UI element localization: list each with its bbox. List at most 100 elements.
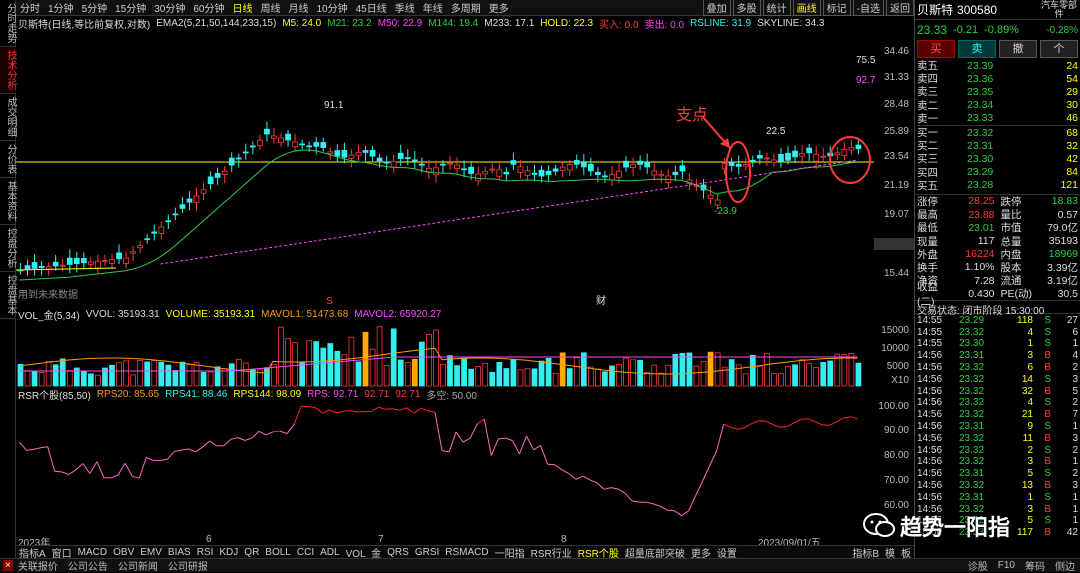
indicator-tab[interactable]: RSMACD	[442, 547, 491, 558]
sector-label[interactable]: 汽车零部件	[1040, 1, 1078, 19]
status-link[interactable]: 关联报价	[13, 558, 63, 573]
left-tab[interactable]: 技术分析	[0, 47, 16, 94]
status-right-button[interactable]: 侧边	[1050, 558, 1080, 573]
future-data-note: 用到未来数据	[18, 288, 78, 301]
period-tab[interactable]: 15分钟	[111, 0, 150, 15]
buy-button[interactable]: 买	[917, 40, 955, 58]
level-price: 23.35	[967, 86, 1027, 98]
indicator-tab[interactable]: OBV	[110, 547, 137, 558]
ask-row[interactable]: 卖五23.3924	[917, 59, 1078, 72]
candle	[398, 153, 403, 158]
indicator-tab[interactable]: MACD	[75, 547, 110, 558]
close-icon[interactable]: ×	[3, 560, 13, 571]
candle	[257, 140, 262, 146]
toolbar-button[interactable]: 叠加	[703, 0, 731, 16]
toolbar-button[interactable]: 统计	[763, 0, 791, 16]
indicator-tab[interactable]: QRS	[384, 547, 412, 558]
sell-button[interactable]: 卖	[958, 40, 996, 58]
candle	[166, 221, 171, 222]
rsr-line	[400, 408, 407, 410]
candle	[236, 158, 241, 159]
level-label: 买五	[917, 178, 967, 193]
status-right-button[interactable]: F10	[993, 560, 1020, 571]
indicator-tab[interactable]: BIAS	[165, 547, 194, 558]
ask-row[interactable]: 卖二23.3430	[917, 99, 1078, 112]
left-tab[interactable]: 控盘基本	[0, 272, 16, 319]
cancel-button[interactable]: 撤	[999, 40, 1037, 58]
status-link[interactable]: 公司研报	[163, 558, 213, 573]
rsr-line	[90, 462, 97, 474]
period-tab[interactable]: 月线	[285, 0, 313, 15]
quote-value: 0.57	[1035, 209, 1078, 221]
ask-row[interactable]: 卖四23.3654	[917, 72, 1078, 85]
indicator-value: RSR个股(85,50)	[18, 387, 91, 402]
bid-row[interactable]: 买四23.2984	[917, 166, 1078, 179]
indicator-value: SKYLINE: 34.3	[757, 18, 824, 29]
status-link[interactable]: 公司新闻	[113, 558, 163, 573]
candle	[610, 175, 615, 180]
indicator-tab[interactable]: KDJ	[216, 547, 241, 558]
rsr-line	[203, 441, 210, 447]
quote-value: 117	[952, 235, 995, 247]
toolbar-button[interactable]: -自选	[853, 0, 884, 16]
ask-row[interactable]: 卖一23.3346	[917, 112, 1078, 125]
left-tab[interactable]: 分价表	[0, 141, 16, 178]
indicator-tab[interactable]: QR	[241, 547, 262, 558]
left-tab[interactable]: 控盘分析	[0, 225, 16, 272]
toolbar-button[interactable]: 画线	[793, 0, 821, 16]
toolbar-button[interactable]: 返回	[886, 0, 914, 16]
period-tab[interactable]: 1分钟	[44, 0, 78, 15]
toolbar-button[interactable]: 标记	[823, 0, 851, 16]
candle	[750, 160, 755, 161]
left-tab[interactable]: 成交明细	[0, 94, 16, 141]
bid-row[interactable]: 买一23.3268	[917, 126, 1078, 139]
period-tab[interactable]: 日线	[229, 0, 257, 15]
indicator-tab[interactable]: GRSI	[412, 547, 442, 558]
bid-row[interactable]: 买三23.3042	[917, 152, 1078, 165]
bid-row[interactable]: 买二23.3132	[917, 139, 1078, 152]
status-link[interactable]: 公司公告	[63, 558, 113, 573]
ask-row[interactable]: 卖三23.3529	[917, 85, 1078, 98]
period-tab[interactable]: 5分钟	[78, 0, 112, 15]
period-tab[interactable]: 30分钟	[150, 0, 189, 15]
tick-price: 23.32	[959, 362, 1001, 373]
tick-row: 14:5623.3214S3	[917, 373, 1078, 385]
bid-row[interactable]: 买五23.28121	[917, 179, 1078, 192]
volume-bar	[81, 371, 86, 386]
period-tab[interactable]: 10分钟	[313, 0, 352, 15]
period-tab[interactable]: 分时	[16, 0, 44, 15]
level-price: 23.31	[967, 140, 1027, 152]
period-tab[interactable]: 季线	[391, 0, 419, 15]
indicator-tab[interactable]: ADL	[317, 547, 342, 558]
rsr-line	[696, 481, 703, 496]
period-tab[interactable]: 年线	[419, 0, 447, 15]
level-volume: 84	[1027, 166, 1078, 178]
status-right-button[interactable]: 筹码	[1020, 558, 1050, 573]
period-tab[interactable]: 多周期	[447, 0, 485, 15]
candle	[46, 267, 51, 269]
chip-button[interactable]: 个	[1040, 40, 1078, 58]
volume-chart[interactable]: 15000100005000X10	[16, 321, 914, 388]
indicator-tab[interactable]: CCI	[294, 547, 317, 558]
left-tab[interactable]: 基本资料	[0, 178, 16, 225]
left-tab[interactable]: 分时走势	[0, 0, 16, 47]
indicator-tab[interactable]: EMV	[137, 547, 165, 558]
period-tab[interactable]: 更多	[485, 0, 513, 15]
candlestick-chart[interactable]: 34.4631.3328.4825.8923.5421.1919.0716.88…	[16, 30, 914, 308]
quote-value: 16224	[952, 248, 995, 260]
period-tab[interactable]: 45日线	[352, 0, 391, 15]
candle	[595, 172, 600, 174]
rsr-line	[294, 406, 301, 424]
toolbar-button[interactable]: 多股	[733, 0, 761, 16]
indicator-tab[interactable]: RSI	[194, 547, 217, 558]
period-tab[interactable]: 60分钟	[189, 0, 228, 15]
level-volume: 42	[1027, 153, 1078, 165]
status-right-button[interactable]: 诊股	[963, 558, 993, 573]
volume-bar	[117, 363, 122, 386]
rsr-line	[484, 419, 491, 455]
rsr-chart[interactable]: 100.0090.0080.0070.0060.00	[16, 401, 914, 534]
level-price: 23.33	[967, 112, 1027, 124]
indicator-tab[interactable]: BOLL	[262, 547, 294, 558]
tick-list[interactable]: 14:5523.29118S2714:5523.324S614:5523.301…	[915, 314, 1080, 538]
period-tab[interactable]: 周线	[257, 0, 285, 15]
